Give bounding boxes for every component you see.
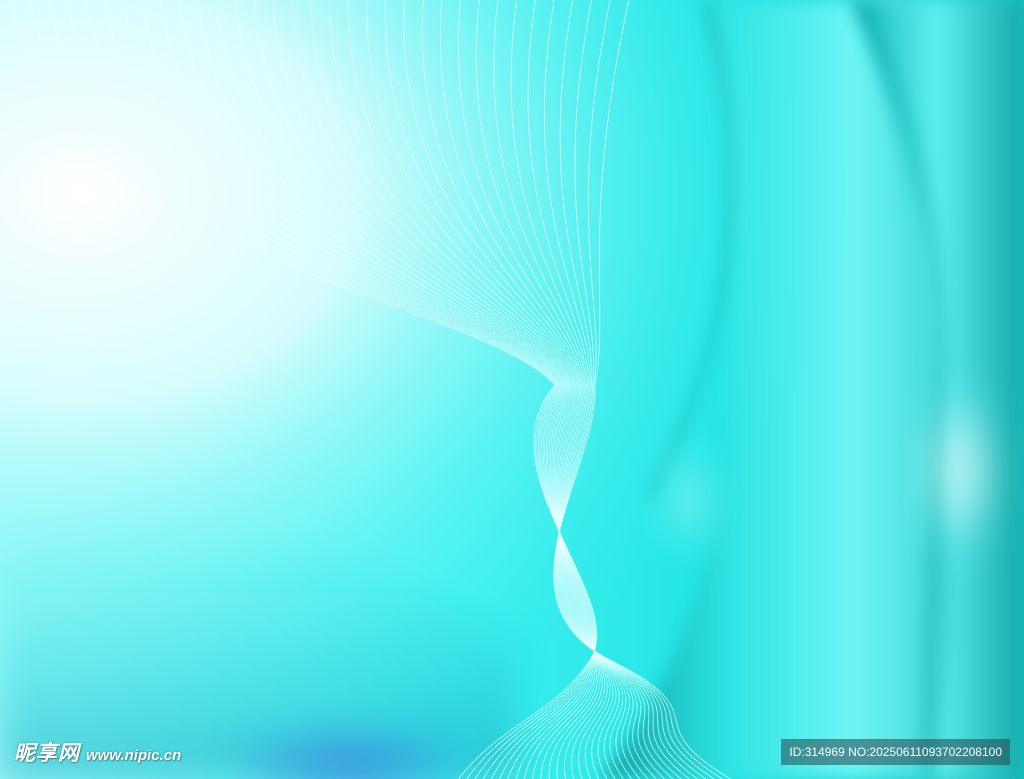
abstract-wave-art — [0, 0, 1024, 779]
site-watermark: 昵享网 www.nipic.cn — [14, 737, 181, 767]
watermark-brand: 昵享网 — [14, 740, 80, 765]
background-image: 昵享网 www.nipic.cn ID:314969 NO:2025061109… — [0, 0, 1024, 779]
image-id-label: ID:314969 NO:20250611093702208100 — [781, 739, 1010, 765]
watermark-url: www.nipic.cn — [86, 747, 182, 764]
